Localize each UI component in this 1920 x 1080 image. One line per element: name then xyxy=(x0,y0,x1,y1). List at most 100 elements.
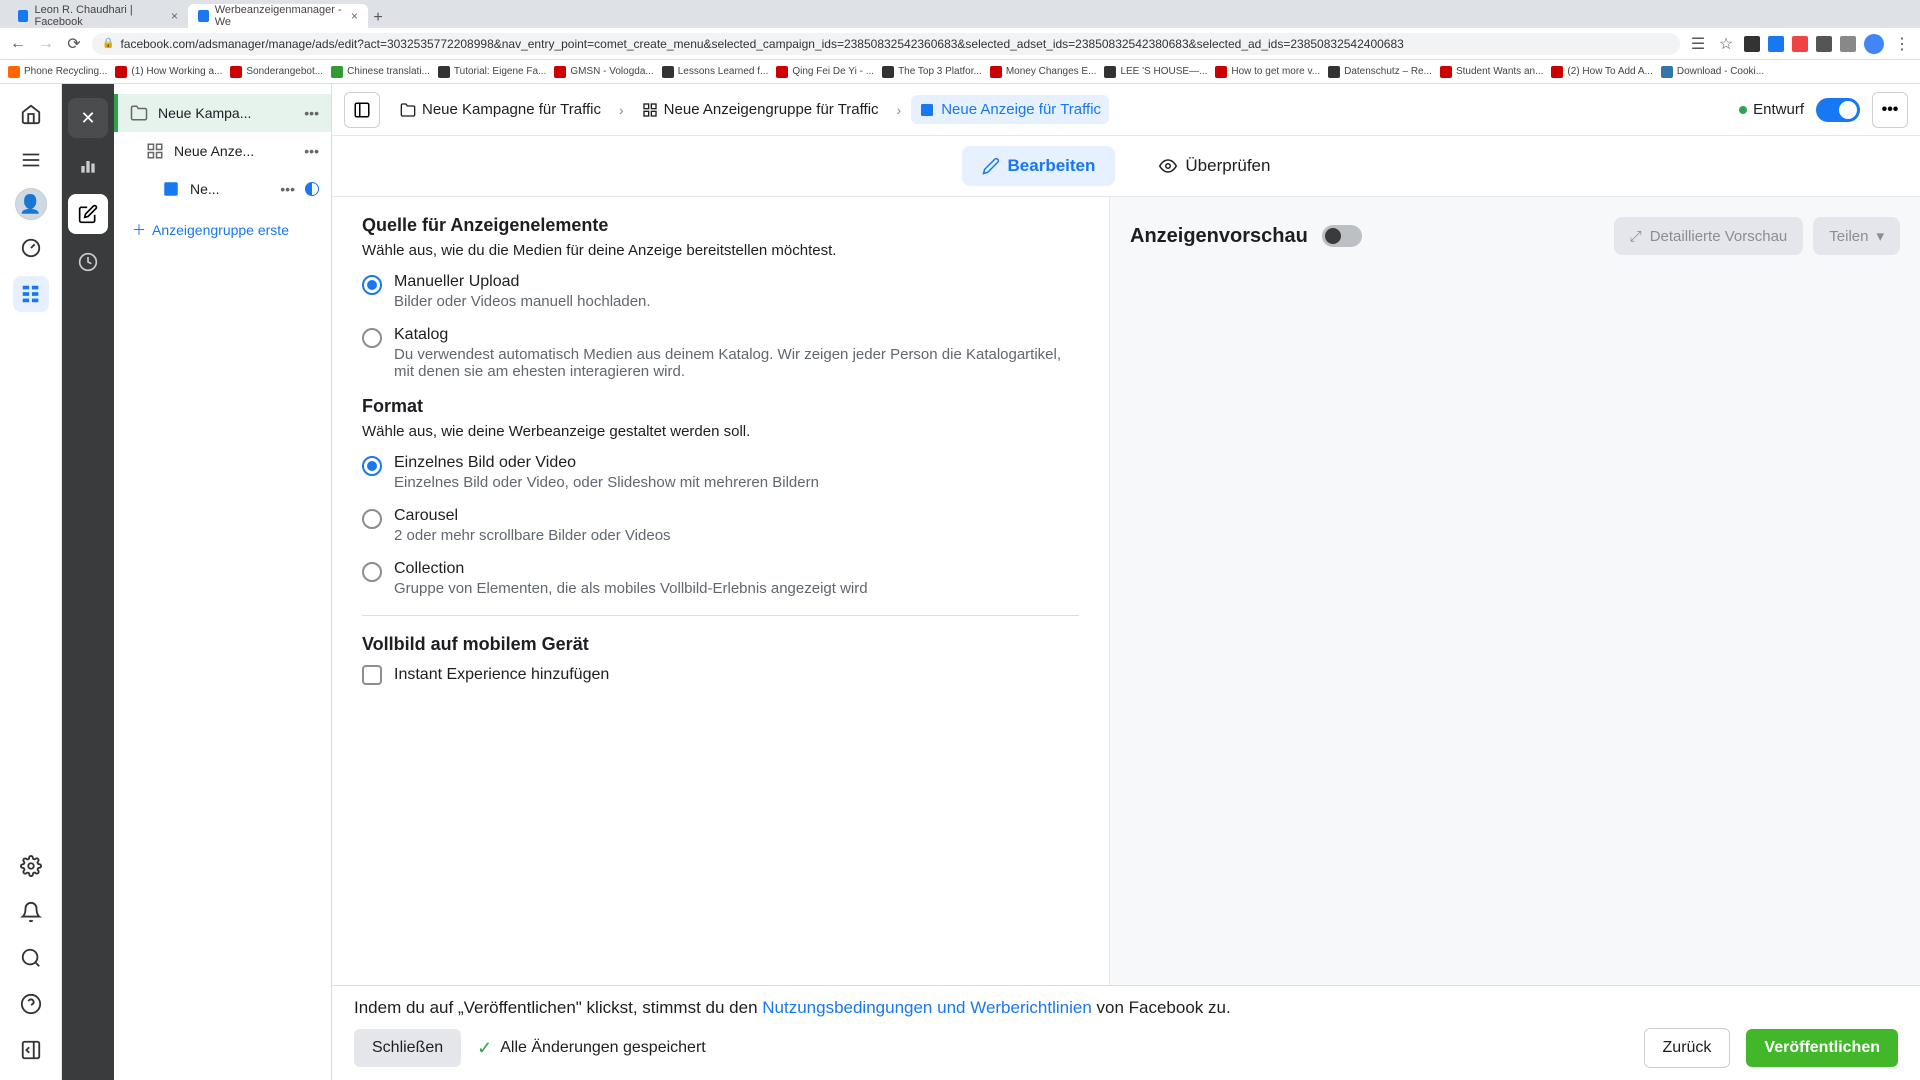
ad-toggle[interactable] xyxy=(1816,98,1860,122)
lock-icon: 🔒 xyxy=(102,38,114,49)
chart-icon[interactable] xyxy=(68,146,108,186)
folder-icon xyxy=(130,104,148,122)
eye-icon xyxy=(1159,157,1177,175)
radio-catalog[interactable]: Katalog Du verwendest automatisch Medien… xyxy=(362,326,1079,380)
preview-toggle[interactable] xyxy=(1322,225,1362,247)
bookmark-item[interactable]: Lessons Learned f... xyxy=(662,66,769,78)
browser-tab[interactable]: Leon R. Chaudhari | Facebook × xyxy=(8,4,188,28)
breadcrumb: Neue Kampagne für Traffic › Neue Anzeige… xyxy=(392,95,1727,124)
bookmark-item[interactable]: (2) How To Add A... xyxy=(1551,66,1652,78)
more-icon[interactable]: ••• xyxy=(304,105,319,121)
tree-ad-row[interactable]: Ne... ••• xyxy=(114,170,331,208)
edit-icon[interactable] xyxy=(68,194,108,234)
more-options-button[interactable]: ••• xyxy=(1872,92,1908,128)
bookmark-item[interactable]: Money Changes E... xyxy=(990,66,1097,78)
consent-text: Indem du auf „Veröffentlichen" klickst, … xyxy=(354,998,1898,1018)
extension-icon[interactable] xyxy=(1768,36,1784,52)
option-title: Carousel xyxy=(394,507,671,525)
bookmark-favicon-icon xyxy=(438,66,450,78)
tab-review[interactable]: Überprüfen xyxy=(1139,146,1290,186)
facebook-favicon-icon xyxy=(18,10,28,22)
back-button[interactable]: ← xyxy=(8,34,28,54)
collapse-icon[interactable] xyxy=(13,1032,49,1068)
bookmark-item[interactable]: Tutorial: Eigene Fa... xyxy=(438,66,546,78)
url-field[interactable]: 🔒 facebook.com/adsmanager/manage/ads/edi… xyxy=(92,33,1680,55)
bookmark-item[interactable]: The Top 3 Platfor... xyxy=(882,66,982,78)
tree-adset-row[interactable]: Neue Anze... ••• xyxy=(114,132,331,170)
radio-collection[interactable]: Collection Gruppe von Elementen, die als… xyxy=(362,560,1079,597)
ads-manager-icon[interactable] xyxy=(13,276,49,312)
breadcrumb-adset[interactable]: Neue Anzeigengruppe für Traffic xyxy=(634,95,887,124)
bookmark-item[interactable]: Sonderangebot... xyxy=(230,66,323,78)
bookmark-favicon-icon xyxy=(331,66,343,78)
checkbox-instant-experience[interactable]: Instant Experience hinzufügen xyxy=(362,665,1079,685)
breadcrumb-ad[interactable]: Neue Anzeige für Traffic xyxy=(911,95,1109,124)
breadcrumb-label: Neue Anzeigengruppe für Traffic xyxy=(664,101,879,118)
close-button[interactable]: Schließen xyxy=(354,1029,461,1067)
terms-link[interactable]: Nutzungsbedingungen und Werberichtlinien xyxy=(762,998,1092,1017)
close-tab-icon[interactable]: × xyxy=(171,9,178,23)
star-icon[interactable]: ☆ xyxy=(1716,34,1736,54)
bookmark-item[interactable]: How to get more v... xyxy=(1215,66,1320,78)
radio-manual-upload[interactable]: Manueller Upload Bilder oder Videos manu… xyxy=(362,273,1079,310)
search-icon[interactable] xyxy=(13,940,49,976)
kebab-menu-icon[interactable]: ⋮ xyxy=(1892,34,1912,54)
draft-status: Entwurf xyxy=(1739,101,1804,118)
close-tab-icon[interactable]: × xyxy=(351,9,358,23)
bookmark-item[interactable]: Download - Cooki... xyxy=(1661,66,1764,78)
menu-icon[interactable] xyxy=(13,142,49,178)
reload-button[interactable]: ⟳ xyxy=(64,34,84,54)
publish-button[interactable]: Veröffentlichen xyxy=(1746,1029,1898,1067)
profile-avatar-icon[interactable] xyxy=(1864,34,1884,54)
bookmark-favicon-icon xyxy=(230,66,242,78)
bookmark-item[interactable]: GMSN - Vologda... xyxy=(554,66,653,78)
home-icon[interactable] xyxy=(13,96,49,132)
radio-single-image[interactable]: Einzelnes Bild oder Video Einzelnes Bild… xyxy=(362,454,1079,491)
help-icon[interactable] xyxy=(13,986,49,1022)
close-editor-button[interactable]: ✕ xyxy=(68,98,108,138)
notifications-icon[interactable] xyxy=(13,894,49,930)
bookmark-item[interactable]: Phone Recycling... xyxy=(8,66,107,78)
reader-icon[interactable]: ☰ xyxy=(1688,34,1708,54)
preview-panel: Anzeigenvorschau ⤢ Detaillierte Vorschau… xyxy=(1110,197,1920,985)
back-button[interactable]: Zurück xyxy=(1644,1028,1731,1068)
bookmark-item[interactable]: (1) How Working a... xyxy=(115,66,222,78)
bookmark-item[interactable]: Qing Fei De Yi - ... xyxy=(776,66,874,78)
bookmark-item[interactable]: Datenschutz – Re... xyxy=(1328,66,1432,78)
extension-icon[interactable] xyxy=(1816,36,1832,52)
breadcrumb-campaign[interactable]: Neue Kampagne für Traffic xyxy=(392,95,609,124)
ad-icon xyxy=(919,102,935,118)
extension-icon[interactable] xyxy=(1744,36,1760,52)
history-icon[interactable] xyxy=(68,242,108,282)
status-dot-icon xyxy=(1739,106,1747,114)
radio-icon xyxy=(362,509,382,529)
more-icon[interactable]: ••• xyxy=(280,181,295,197)
gauge-icon[interactable] xyxy=(13,230,49,266)
account-avatar[interactable]: 👤 xyxy=(15,188,47,220)
new-tab-button[interactable]: + xyxy=(368,8,388,28)
section-subheading: Wähle aus, wie deine Werbeanzeige gestal… xyxy=(362,423,1079,440)
extension-icon[interactable] xyxy=(1792,36,1808,52)
browser-tab-active[interactable]: Werbeanzeigenmanager - We × xyxy=(188,4,368,28)
bookmark-item[interactable]: LEE 'S HOUSE—... xyxy=(1104,66,1207,78)
check-icon: ✓ xyxy=(477,1038,492,1059)
tree-campaign-row[interactable]: Neue Kampa... ••• xyxy=(114,94,331,132)
tab-title: Werbeanzeigenmanager - We xyxy=(215,4,345,28)
tab-edit[interactable]: Bearbeiten xyxy=(962,146,1116,186)
button-label: Teilen xyxy=(1829,228,1868,245)
share-button[interactable]: Teilen ▾ xyxy=(1813,217,1900,255)
plus-icon: ＋ xyxy=(132,220,146,240)
settings-icon[interactable] xyxy=(13,848,49,884)
extension-icon[interactable] xyxy=(1840,36,1856,52)
forward-button[interactable]: → xyxy=(36,34,56,54)
more-icon[interactable]: ••• xyxy=(304,143,319,159)
bookmark-item[interactable]: Chinese translati... xyxy=(331,66,430,78)
bookmark-item[interactable]: Student Wants an... xyxy=(1440,66,1543,78)
ad-icon xyxy=(162,180,180,198)
detailed-preview-button[interactable]: ⤢ Detaillierte Vorschau xyxy=(1614,217,1804,255)
left-nav-rail: 👤 xyxy=(0,84,62,1080)
breadcrumb-label: Neue Anzeige für Traffic xyxy=(941,101,1101,118)
add-adset-button[interactable]: ＋ Anzeigengruppe erste xyxy=(114,208,331,252)
radio-carousel[interactable]: Carousel 2 oder mehr scrollbare Bilder o… xyxy=(362,507,1079,544)
toggle-sidebar-button[interactable] xyxy=(344,92,380,128)
